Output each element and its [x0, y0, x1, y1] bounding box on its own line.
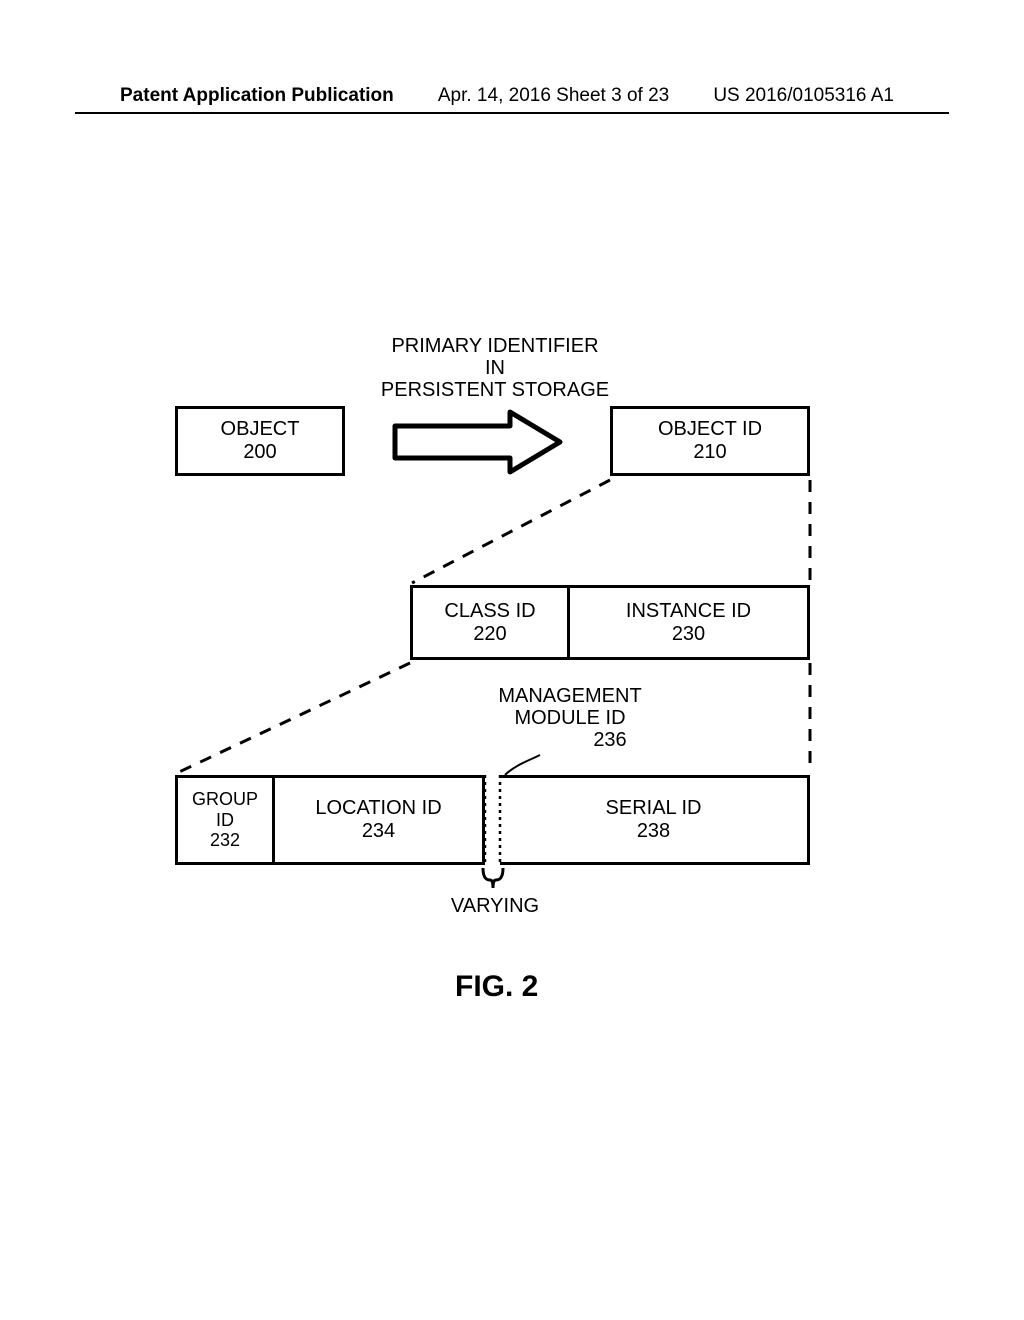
header-rule — [75, 112, 949, 114]
title-line2: IN — [380, 357, 610, 379]
instance-id-box: INSTANCE ID 230 — [570, 585, 810, 660]
diagram-overlay — [0, 0, 1024, 1320]
location-id-box: LOCATION ID 234 — [275, 775, 485, 865]
class-id-box: CLASS ID 220 — [410, 585, 570, 660]
arrow-icon — [395, 412, 560, 472]
title-line1: PRIMARY IDENTIFIER — [380, 335, 610, 357]
object-id-label: OBJECT ID — [658, 418, 762, 441]
group-id-num: 232 — [210, 830, 240, 851]
title-line3: PERSISTENT STORAGE — [380, 379, 610, 401]
mm-line2: MODULE ID — [470, 707, 670, 729]
mm-line1: MANAGEMENT — [470, 685, 670, 707]
varying-label: VARYING — [435, 895, 555, 917]
object-label: OBJECT — [221, 418, 300, 441]
title-label: PRIMARY IDENTIFIER IN PERSISTENT STORAGE — [380, 335, 610, 401]
mm-label: MANAGEMENT MODULE ID 236 — [470, 685, 670, 751]
serialid-num: 238 — [637, 820, 670, 843]
location-id-label: LOCATION ID — [315, 797, 441, 820]
location-id-num: 234 — [362, 820, 395, 843]
object-num: 200 — [243, 441, 276, 464]
object-id-box: OBJECT ID 210 — [610, 406, 810, 476]
group-id-label1: GROUP — [192, 789, 258, 810]
header-right: US 2016/0105316 A1 — [713, 85, 894, 107]
group-id-box: GROUP ID 232 — [175, 775, 275, 865]
object-id-num: 210 — [693, 441, 726, 464]
instance-id-label: INSTANCE ID — [626, 600, 751, 623]
page-header: Patent Application Publication Apr. 14, … — [0, 85, 1024, 107]
mm-num: 236 — [510, 729, 710, 751]
serial-id-label: SERIAL ID — [606, 797, 702, 820]
class-id-label: CLASS ID — [444, 600, 535, 623]
figure-label: FIG. 2 — [455, 970, 538, 1004]
header-mid: Apr. 14, 2016 Sheet 3 of 23 — [438, 85, 669, 107]
serial-id-box: SERIAL ID 238 — [500, 775, 810, 865]
header-left: Patent Application Publication — [120, 85, 394, 107]
object-box: OBJECT 200 — [175, 406, 345, 476]
class-id-num: 220 — [473, 623, 506, 646]
instance-id-num: 230 — [672, 623, 705, 646]
group-id-label2: ID — [216, 810, 234, 831]
